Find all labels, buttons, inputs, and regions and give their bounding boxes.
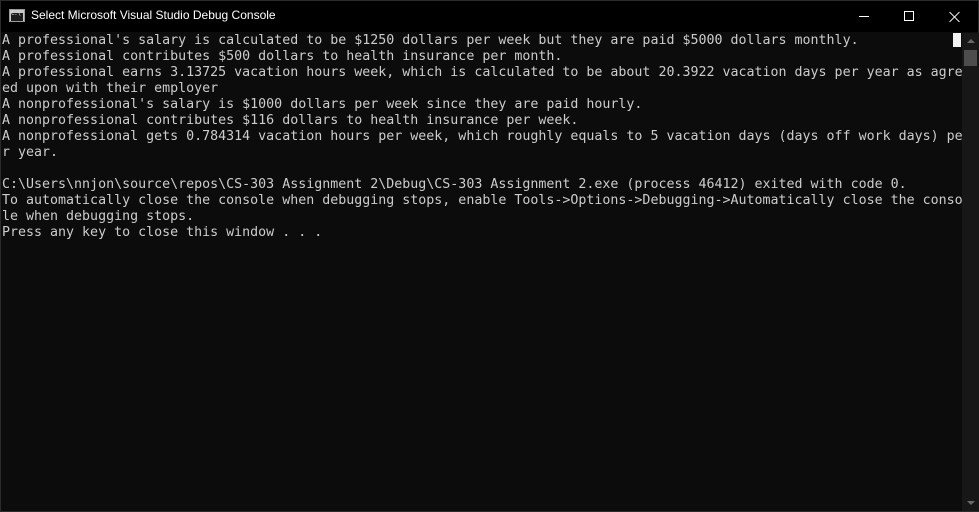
console-line: A nonprofessional contributes $116 dolla… (2, 113, 579, 128)
console-output[interactable]: A professional's salary is calculated to… (2, 33, 962, 511)
console-line: Press any key to close this window . . . (2, 225, 323, 240)
scrollbar-thumb[interactable] (964, 50, 977, 66)
close-button[interactable] (932, 1, 978, 32)
vertical-scrollbar[interactable] (962, 33, 979, 511)
console-line: ed upon with their employer (2, 81, 219, 96)
scroll-up-arrow-icon[interactable] (962, 33, 979, 50)
console-app-icon-glyph: C:\ (11, 10, 21, 17)
minimize-icon (859, 16, 869, 17)
scroll-down-arrow-icon[interactable] (962, 494, 979, 511)
console-line: A professional contributes $500 dollars … (2, 49, 563, 64)
console-line: C:\Users\nnjon\source\repos\CS-303 Assig… (2, 177, 907, 192)
close-icon (949, 11, 960, 22)
title-bar[interactable]: C:\ Select Microsoft Visual Studio Debug… (1, 1, 978, 32)
console-app-icon[interactable]: C:\ (9, 9, 25, 22)
window-title: Select Microsoft Visual Studio Debug Con… (31, 8, 276, 22)
minimize-button[interactable] (841, 1, 887, 32)
maximize-icon (904, 11, 914, 21)
console-line: le when debugging stops. (2, 209, 195, 224)
console-line: A professional earns 3.13725 vacation ho… (2, 65, 962, 80)
text-cursor (953, 33, 961, 47)
console-line: A nonprofessional's salary is $1000 doll… (2, 97, 643, 112)
console-line: r year. (2, 145, 59, 160)
console-line: A professional's salary is calculated to… (2, 33, 859, 48)
console-window: C:\ Select Microsoft Visual Studio Debug… (0, 0, 979, 512)
maximize-button[interactable] (886, 1, 932, 32)
console-line: A nonprofessional gets 0.784314 vacation… (2, 129, 962, 144)
console-line: To automatically close the console when … (2, 193, 962, 208)
